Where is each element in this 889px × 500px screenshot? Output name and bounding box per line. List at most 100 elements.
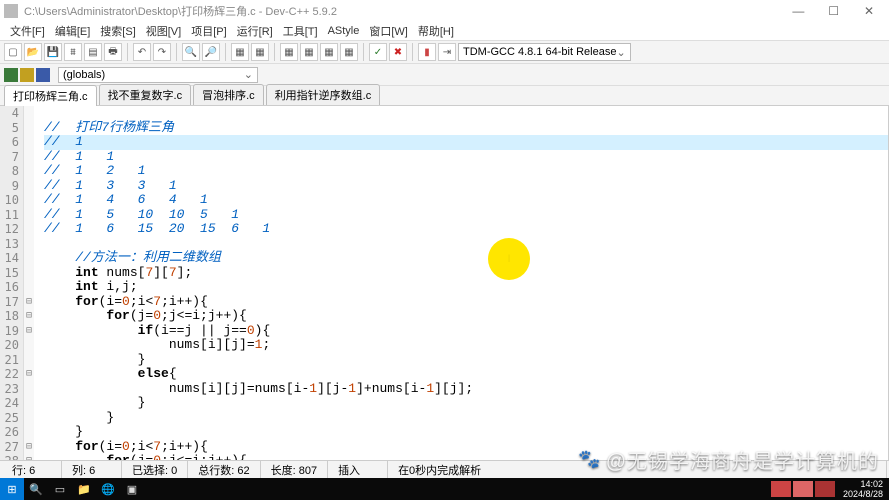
goto-icon[interactable]: ⇥ bbox=[438, 43, 456, 61]
code-line[interactable]: // 1 2 1 bbox=[44, 164, 888, 179]
rebuild-icon[interactable]: ▦ bbox=[300, 43, 318, 61]
debug-stop-icon[interactable]: ✖ bbox=[389, 43, 407, 61]
tray-icon[interactable] bbox=[815, 481, 835, 497]
profile-icon[interactable]: ▦ bbox=[340, 43, 358, 61]
window-title: C:\Users\Administrator\Desktop\打印杨辉三角.c … bbox=[24, 3, 782, 19]
new-file-icon[interactable]: ▢ bbox=[4, 43, 22, 61]
maximize-button[interactable]: ☐ bbox=[818, 4, 850, 18]
fold-toggle[interactable]: ⊟ bbox=[24, 324, 34, 339]
line-number: 7 bbox=[0, 150, 23, 165]
window-titlebar: C:\Users\Administrator\Desktop\打印杨辉三角.c … bbox=[0, 0, 889, 22]
menu-item[interactable]: 项目[P] bbox=[187, 23, 230, 39]
line-number: 11 bbox=[0, 208, 23, 223]
menu-item[interactable]: 视图[V] bbox=[142, 23, 185, 39]
toolbar-separator bbox=[176, 43, 177, 61]
code-line[interactable]: // 1 bbox=[44, 135, 888, 150]
fold-toggle[interactable]: ⊟ bbox=[24, 440, 34, 455]
code-area[interactable]: // 打印7行杨辉三角// 1// 1 1// 1 2 1// 1 3 3 1/… bbox=[34, 106, 888, 466]
file-tab[interactable]: 找不重复数字.c bbox=[99, 84, 192, 105]
tray-icon[interactable] bbox=[771, 481, 791, 497]
code-line[interactable]: if(i==j || j==0){ bbox=[44, 324, 888, 339]
class-browser-icon[interactable] bbox=[4, 68, 18, 82]
status-selection: 已选择: 0 bbox=[122, 461, 188, 478]
menu-item[interactable]: 窗口[W] bbox=[365, 23, 412, 39]
code-line[interactable]: } bbox=[44, 425, 888, 440]
menu-item[interactable]: 工具[T] bbox=[279, 23, 322, 39]
code-line[interactable]: // 1 1 bbox=[44, 150, 888, 165]
clock-date: 2024/8/28 bbox=[843, 489, 883, 499]
code-editor[interactable]: 4567891011121314151617181920212223242526… bbox=[0, 106, 889, 466]
fold-toggle[interactable]: ⊟ bbox=[24, 309, 34, 324]
close-file-icon[interactable]: ▤ bbox=[84, 43, 102, 61]
devcpp-taskbar-icon[interactable]: ▣ bbox=[120, 478, 144, 500]
menu-item[interactable]: 文件[F] bbox=[6, 23, 49, 39]
code-line[interactable]: } bbox=[44, 353, 888, 368]
menu-item[interactable]: 运行[R] bbox=[233, 23, 277, 39]
open-file-icon[interactable]: 📂 bbox=[24, 43, 42, 61]
fold-toggle[interactable]: ⊟ bbox=[24, 367, 34, 382]
code-line[interactable]: for(j=0;j<=i;j++){ bbox=[44, 309, 888, 324]
file-tab[interactable]: 冒泡排序.c bbox=[193, 84, 264, 105]
code-line[interactable] bbox=[44, 106, 888, 121]
fold-toggle bbox=[24, 396, 34, 411]
line-number: 18 bbox=[0, 309, 23, 324]
code-line[interactable]: // 1 3 3 1 bbox=[44, 179, 888, 194]
chart-icon[interactable]: ▮ bbox=[418, 43, 436, 61]
code-line[interactable]: // 1 6 15 20 15 6 1 bbox=[44, 222, 888, 237]
file-tab[interactable]: 利用指针逆序数组.c bbox=[266, 84, 381, 105]
compile-run-icon[interactable]: ▦ bbox=[280, 43, 298, 61]
code-line[interactable]: int i,j; bbox=[44, 280, 888, 295]
code-line[interactable]: // 打印7行杨辉三角 bbox=[44, 121, 888, 136]
code-line[interactable]: nums[i][j]=nums[i-1][j-1]+nums[i-1][j]; bbox=[44, 382, 888, 397]
system-clock[interactable]: 14:02 2024/8/28 bbox=[837, 479, 889, 499]
start-button[interactable]: ⊞ bbox=[0, 478, 24, 500]
file-tab[interactable]: 打印杨辉三角.c bbox=[4, 85, 97, 106]
fold-toggle[interactable]: ⊟ bbox=[24, 295, 34, 310]
undo-icon[interactable]: ↶ bbox=[133, 43, 151, 61]
menu-item[interactable]: 搜索[S] bbox=[96, 23, 139, 39]
code-line[interactable] bbox=[44, 237, 888, 252]
minimize-button[interactable]: — bbox=[782, 4, 814, 18]
search-icon[interactable]: 🔍 bbox=[24, 478, 48, 500]
code-line[interactable]: } bbox=[44, 411, 888, 426]
run-icon[interactable]: ▦ bbox=[251, 43, 269, 61]
code-line[interactable]: //方法一：利用二维数组 bbox=[44, 251, 888, 266]
code-line[interactable]: int nums[7][7]; bbox=[44, 266, 888, 281]
task-view-icon[interactable]: ▭ bbox=[48, 478, 72, 500]
save-icon[interactable]: 💾 bbox=[44, 43, 62, 61]
fold-column[interactable]: ⊟⊟⊟⊟⊟⊟ bbox=[24, 106, 34, 466]
code-line[interactable]: for(i=0;i<7;i++){ bbox=[44, 295, 888, 310]
code-line[interactable]: // 1 5 10 10 5 1 bbox=[44, 208, 888, 223]
compile-icon[interactable]: ▦ bbox=[231, 43, 249, 61]
redo-icon[interactable]: ↷ bbox=[153, 43, 171, 61]
menu-item[interactable]: 编辑[E] bbox=[51, 23, 94, 39]
bookmark-icon[interactable] bbox=[20, 68, 34, 82]
debug-icon[interactable]: ▦ bbox=[320, 43, 338, 61]
clock-time: 14:02 bbox=[843, 479, 883, 489]
code-line[interactable]: nums[i][j]=1; bbox=[44, 338, 888, 353]
code-line[interactable]: // 1 4 6 4 1 bbox=[44, 193, 888, 208]
tray-icon[interactable] bbox=[793, 481, 813, 497]
print-icon[interactable]: 🖶 bbox=[104, 43, 122, 61]
video-watermark: 🐾 @无锡学海商舟是学计算机的 bbox=[578, 445, 879, 474]
close-button[interactable]: ✕ bbox=[853, 4, 885, 18]
scope-select-label: (globals) bbox=[63, 69, 105, 81]
save-all-icon[interactable]: ⩩ bbox=[64, 43, 82, 61]
scope-select[interactable]: (globals) ⌄ bbox=[58, 67, 258, 83]
function-icon[interactable] bbox=[36, 68, 50, 82]
menu-item[interactable]: AStyle bbox=[324, 25, 364, 37]
file-explorer-icon[interactable]: 📁 bbox=[72, 478, 96, 500]
compiler-select[interactable]: TDM-GCC 4.8.1 64-bit Release ⌄ bbox=[458, 43, 631, 61]
windows-taskbar: ⊞ 🔍 ▭ 📁 🌐 ▣ 14:02 2024/8/28 bbox=[0, 478, 889, 500]
code-line[interactable]: } bbox=[44, 396, 888, 411]
replace-icon[interactable]: 🔎 bbox=[202, 43, 220, 61]
find-icon[interactable]: 🔍 bbox=[182, 43, 200, 61]
chevron-down-icon: ⌄ bbox=[244, 68, 253, 81]
status-length: 长度: 807 bbox=[261, 461, 328, 478]
line-number: 26 bbox=[0, 425, 23, 440]
status-insert-mode: 插入 bbox=[328, 461, 388, 478]
edge-icon[interactable]: 🌐 bbox=[96, 478, 120, 500]
menu-item[interactable]: 帮助[H] bbox=[414, 23, 458, 39]
code-line[interactable]: else{ bbox=[44, 367, 888, 382]
debug-step-icon[interactable]: ✓ bbox=[369, 43, 387, 61]
